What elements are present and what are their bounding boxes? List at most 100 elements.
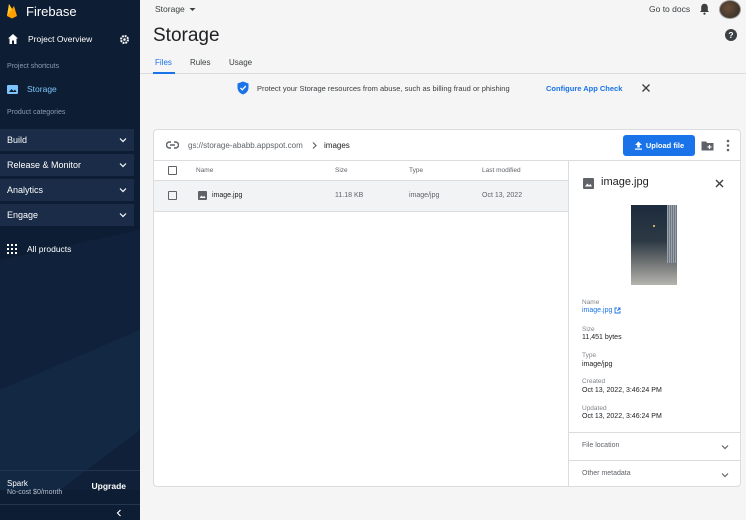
chevron-down-icon xyxy=(721,445,729,450)
table-row[interactable]: image.jpg 11.18 KB image/jpg Oct 13, 202… xyxy=(154,181,568,212)
preview-detail xyxy=(653,225,655,227)
tab-usage[interactable]: Usage xyxy=(229,58,252,67)
meta-label-size: Size xyxy=(582,326,595,333)
breadcrumb[interactable]: Storage xyxy=(155,4,196,14)
details-title: image.jpg xyxy=(601,176,649,188)
upload-file-button[interactable]: Upload file xyxy=(623,135,695,156)
gear-icon[interactable] xyxy=(119,34,130,45)
collapse-sidebar-button[interactable] xyxy=(0,504,140,520)
brand-name: Firebase xyxy=(26,3,77,19)
tab-files[interactable]: Files xyxy=(155,58,172,67)
project-overview-item[interactable]: Project Overview xyxy=(0,28,140,50)
category-label: Analytics xyxy=(7,185,44,195)
caret-down-icon xyxy=(189,7,196,11)
firebase-flame-icon xyxy=(7,4,17,19)
upload-icon xyxy=(634,141,642,150)
file-last-modified: Oct 13, 2022 xyxy=(482,192,523,199)
preview-detail xyxy=(667,205,677,263)
bell-icon[interactable] xyxy=(699,3,710,15)
meta-value-created: Oct 13, 2022, 3:46:24 PM xyxy=(582,387,662,394)
image-icon xyxy=(7,84,18,94)
more-vert-icon[interactable] xyxy=(726,139,730,152)
apps-grid-icon xyxy=(7,244,17,254)
project-overview-label: Project Overview xyxy=(28,34,93,44)
image-icon xyxy=(198,191,207,200)
open-in-new-icon xyxy=(614,307,621,314)
chevron-down-icon xyxy=(119,163,127,168)
tab-rules[interactable]: Rules xyxy=(190,58,210,67)
sidebar-background-pattern xyxy=(0,230,140,490)
meta-value-updated: Oct 13, 2022, 3:46:24 PM xyxy=(582,413,662,420)
banner-message: Protect your Storage resources from abus… xyxy=(257,84,510,93)
column-header-size[interactable]: Size xyxy=(335,167,348,174)
chevron-down-icon xyxy=(119,213,127,218)
column-header-type[interactable]: Type xyxy=(409,167,423,174)
firebase-brand[interactable]: Firebase xyxy=(0,0,140,22)
meta-label-name: Name xyxy=(582,299,600,306)
breadcrumb-label: Storage xyxy=(155,4,185,14)
sidebar-item-label: Storage xyxy=(27,84,57,94)
plan-section: Spark No-cost $0/month Upgrade xyxy=(0,470,140,502)
path-bar: gs://storage-ababb.appspot.com images Up… xyxy=(154,130,740,161)
go-to-docs-link[interactable]: Go to docs xyxy=(649,4,690,14)
category-label: Build xyxy=(7,135,28,145)
chevron-left-icon xyxy=(116,509,121,517)
image-preview[interactable] xyxy=(631,205,677,285)
select-all-checkbox[interactable] xyxy=(168,166,177,175)
sidebar: Firebase Project Overview Project shortc… xyxy=(0,0,140,520)
file-type: image/jpg xyxy=(409,192,440,199)
column-header-name[interactable]: Name xyxy=(196,167,213,174)
meta-value-size: 11,451 bytes xyxy=(582,334,622,341)
link-icon[interactable] xyxy=(166,140,179,150)
chevron-down-icon xyxy=(119,138,127,143)
home-icon xyxy=(8,34,18,44)
chevron-down-icon xyxy=(119,188,127,193)
table-header: Name Size Type Last modified xyxy=(154,161,568,181)
current-folder: images xyxy=(324,141,350,150)
category-label: Engage xyxy=(7,210,39,220)
category-label: Release & Monitor xyxy=(7,160,82,170)
avatar[interactable] xyxy=(719,0,741,19)
all-products-label: All products xyxy=(27,244,72,254)
row-checkbox[interactable] xyxy=(168,191,177,200)
close-icon[interactable] xyxy=(641,83,651,93)
file-name[interactable]: image.jpg xyxy=(212,192,242,199)
plan-name: Spark xyxy=(7,479,28,488)
meta-label-type: Type xyxy=(582,352,597,359)
shield-icon xyxy=(237,81,249,95)
meta-value-type: image/jpg xyxy=(582,361,613,368)
svg-text:?: ? xyxy=(728,30,733,40)
chevron-down-icon xyxy=(721,473,729,478)
upgrade-button[interactable]: Upgrade xyxy=(92,481,126,491)
sidebar-item-storage[interactable]: Storage xyxy=(0,80,140,98)
chevron-right-icon xyxy=(312,142,317,149)
product-categories-label: Product categories xyxy=(7,109,66,116)
page-title: Storage xyxy=(153,25,220,46)
file-browser-card: gs://storage-ababb.appspot.com images Up… xyxy=(153,129,741,487)
project-shortcuts-label: Project shortcuts xyxy=(7,63,60,70)
close-icon[interactable] xyxy=(715,179,724,188)
bucket-path[interactable]: gs://storage-ababb.appspot.com xyxy=(188,141,303,150)
category-release-monitor[interactable]: Release & Monitor xyxy=(0,154,134,176)
file-size: 11.18 KB xyxy=(335,192,364,199)
help-icon[interactable]: ? xyxy=(725,29,737,41)
other-metadata-section[interactable]: Other metadata xyxy=(569,460,740,486)
file-location-section[interactable]: File location xyxy=(569,432,740,460)
column-header-last-modified[interactable]: Last modified xyxy=(482,167,521,174)
app-check-banner: Protect your Storage resources from abus… xyxy=(140,74,746,102)
all-products-item[interactable]: All products xyxy=(0,240,140,258)
file-location-label: File location xyxy=(582,442,620,449)
new-folder-icon[interactable] xyxy=(701,140,714,151)
meta-value-name: image.jpg xyxy=(582,307,613,314)
other-metadata-label: Other metadata xyxy=(582,470,631,477)
meta-label-created: Created xyxy=(582,378,606,385)
category-engage[interactable]: Engage xyxy=(0,204,134,226)
image-icon xyxy=(583,178,594,189)
meta-value-name-link[interactable]: image.jpg xyxy=(582,307,621,314)
meta-label-updated: Updated xyxy=(582,405,607,412)
plan-description: No-cost $0/month xyxy=(7,489,63,496)
configure-app-check-link[interactable]: Configure App Check xyxy=(546,84,622,93)
category-build[interactable]: Build xyxy=(0,129,134,151)
upload-file-label: Upload file xyxy=(645,141,685,150)
category-analytics[interactable]: Analytics xyxy=(0,179,134,201)
